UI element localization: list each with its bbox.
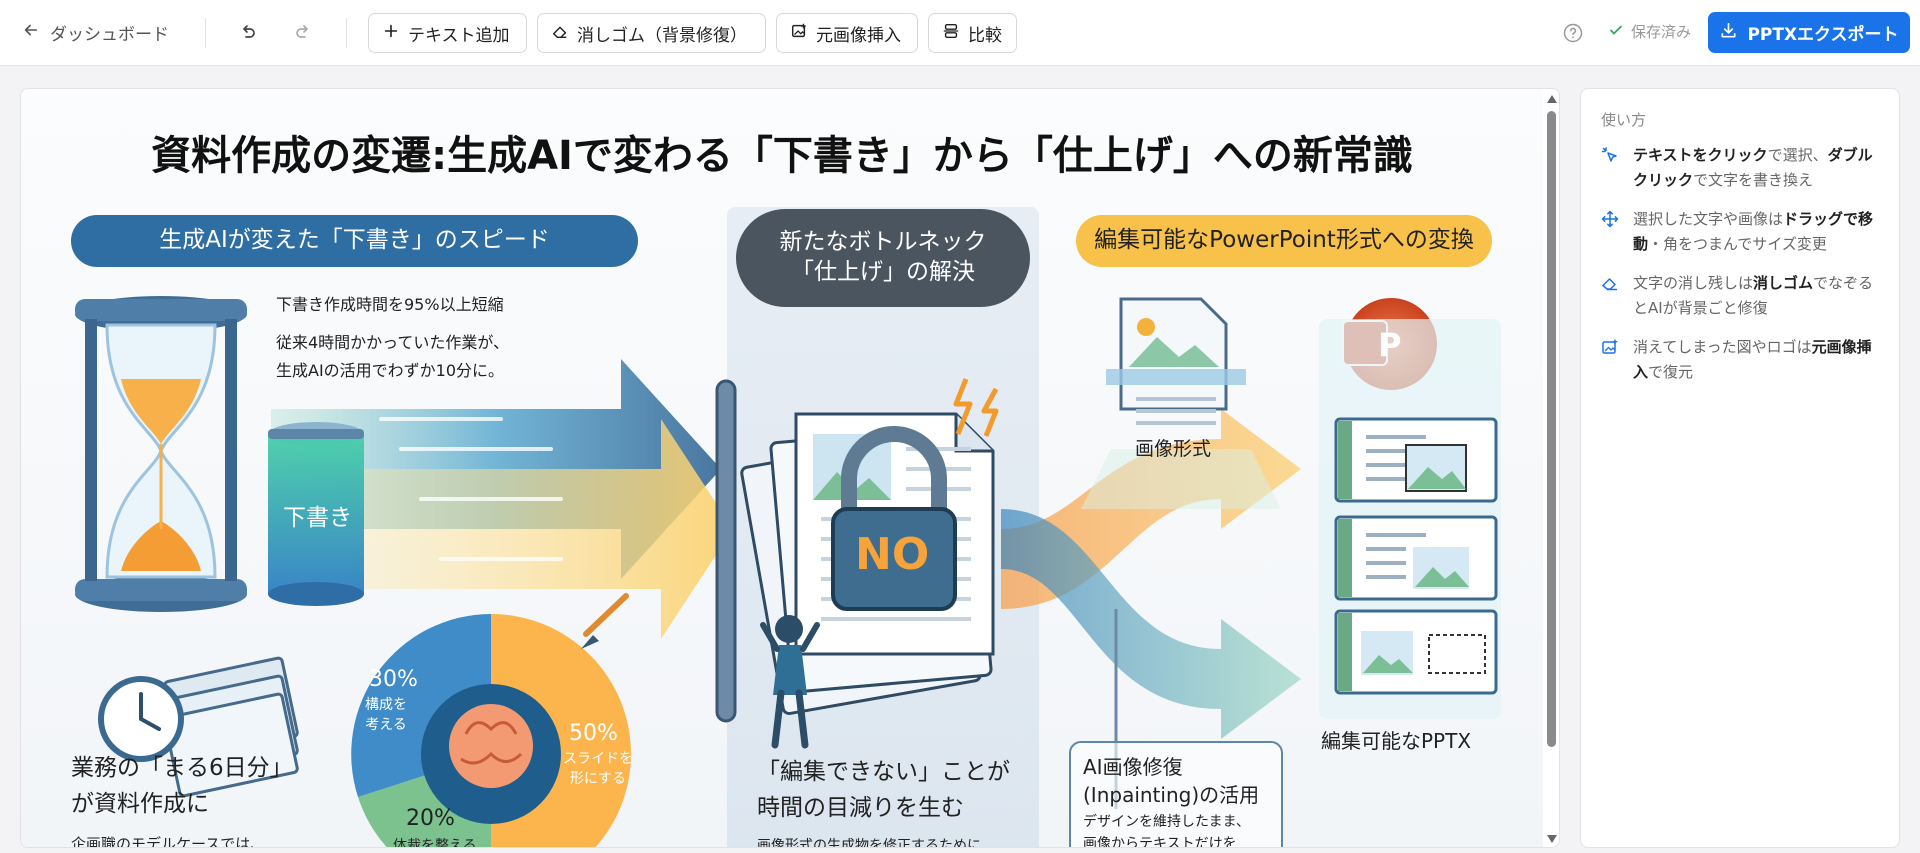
bottleneck-sub[interactable]: 画像形式の生成物を修正するために (757, 835, 981, 847)
help-button[interactable] (1562, 22, 1584, 44)
cursor-click-icon (1601, 143, 1619, 193)
pie-50-label[interactable]: スライドを 形にする (563, 750, 633, 789)
question-circle-icon (1562, 23, 1584, 48)
work-days-sub[interactable]: 企画職のモデルケースでは、 (71, 833, 265, 847)
undo-button[interactable] (233, 19, 263, 47)
image-format-label[interactable]: 画像形式 (1135, 434, 1211, 461)
pptx-export-button[interactable]: PPTXエクスポート (1708, 12, 1910, 53)
inpainting-title-1[interactable]: AI画像修復 (1083, 751, 1183, 780)
right-section-header[interactable]: 編集可能なPowerPoint形式への変換 (1076, 215, 1492, 267)
left-section-header[interactable]: 生成AIが変えた「下書き」のスピード (71, 215, 638, 267)
slide-title[interactable]: 資料作成の変遷:生成AIで変わる「下書き」から「仕上げ」への新常識 (21, 123, 1543, 181)
slide-canvas[interactable]: 資料作成の変遷:生成AIで変わる「下書き」から「仕上げ」への新常識 生成AIが変… (20, 88, 1560, 848)
powerpoint-letter: P (1378, 326, 1402, 364)
pie-30-label[interactable]: 構成を 考える (365, 696, 407, 735)
scroll-down-arrow[interactable] (1547, 835, 1557, 843)
help-panel: 使い方 テキストをクリックで選択、ダブルクリックで文字を書き換え 選択した文字や… (1580, 88, 1900, 848)
scroll-up-arrow[interactable] (1547, 95, 1557, 103)
inpainting-sub-2[interactable]: 画像からテキストだけを (1083, 833, 1237, 847)
check-icon (1608, 22, 1624, 42)
tank-label[interactable]: 下書き (283, 498, 352, 532)
bottleneck-line-2[interactable]: 時間の目減りを生む (757, 791, 964, 827)
back-label: ダッシュボード (50, 25, 169, 45)
undo-icon (238, 21, 258, 45)
add-text-button[interactable]: テキスト追加 (368, 13, 527, 53)
toolbar-divider (205, 18, 206, 48)
saved-label: 保存済み (1631, 23, 1692, 41)
image-plus-icon (1601, 335, 1619, 385)
inpainting-sub-1[interactable]: デザインを維持したまま、 (1083, 811, 1250, 831)
plus-icon (382, 22, 400, 45)
bottleneck-line-1[interactable]: 「編集できない」ことが (757, 755, 1010, 791)
pie-30-percent[interactable]: 30% (369, 667, 418, 692)
speed-line-2[interactable]: 従来4時間かかっていた作業が、 (276, 329, 509, 357)
lock-label: NO (855, 529, 930, 580)
save-status: 保存済み (1608, 21, 1691, 42)
work-days-line-2[interactable]: が資料作成に (71, 787, 209, 823)
scroll-thumb[interactable] (1547, 111, 1556, 747)
eraser-label: 消しゴム（背景修復） (577, 25, 747, 46)
top-toolbar: ダッシュボード テキスト追加 消しゴム（背景修復） 元画像挿入 比較 保存済み … (0, 0, 1920, 66)
work-days-line-1[interactable]: 業務の「まる6日分」 (71, 751, 293, 787)
editable-pptx-label[interactable]: 編集可能なPPTX (1321, 725, 1471, 754)
download-icon (1719, 21, 1738, 45)
insert-original-image-button[interactable]: 元画像挿入 (776, 13, 918, 53)
export-label: PPTXエクスポート (1747, 25, 1899, 45)
compare-button[interactable]: 比較 (928, 13, 1017, 53)
eraser-icon (1601, 271, 1619, 321)
redo-button[interactable] (288, 19, 318, 47)
move-arrows-icon (1601, 207, 1619, 257)
pie-20-percent[interactable]: 20% (406, 806, 455, 831)
inpainting-title-2[interactable]: (Inpainting)の活用 (1083, 779, 1259, 808)
middle-section-header[interactable]: 新たなボトルネック 「仕上げ」の解決 (736, 209, 1030, 307)
speed-line-3[interactable]: 生成AIの活用でわずか10分に。 (276, 357, 504, 385)
redo-icon (293, 21, 313, 45)
slide-illustration (75, 296, 1501, 847)
tip-click-text: テキストをクリックで選択、ダブルクリックで文字を書き換え (1601, 143, 1881, 193)
eraser-icon (551, 22, 569, 45)
canvas-scrollbar[interactable] (1543, 89, 1559, 847)
insert-image-label: 元画像挿入 (816, 25, 901, 46)
toolbar-divider (346, 18, 347, 48)
add-text-label: テキスト追加 (408, 25, 510, 46)
arrow-left-icon (22, 21, 40, 44)
eraser-button[interactable]: 消しゴム（背景修復） (537, 13, 766, 53)
pie-50-percent[interactable]: 50% (569, 721, 618, 746)
tip-eraser: 文字の消し残しは消しゴムでなぞるとAIが背景ごと修復 (1601, 271, 1881, 321)
slide-image[interactable]: 資料作成の変遷:生成AIで変わる「下書き」から「仕上げ」への新常識 生成AIが変… (21, 89, 1543, 847)
tip-drag-move: 選択した文字や画像はドラッグで移動・角をつまんでサイズ変更 (1601, 207, 1881, 257)
speed-line-1[interactable]: 下書き作成時間を95%以上短縮 (276, 291, 504, 319)
help-panel-title: 使い方 (1601, 111, 1647, 129)
compare-icon (942, 22, 960, 45)
tip-insert-image: 消えてしまった図やロゴは元画像挿入で復元 (1601, 335, 1881, 385)
pie-20-label[interactable]: 体裁を整える (393, 835, 477, 847)
compare-label: 比較 (968, 25, 1002, 46)
image-plus-icon (790, 22, 808, 45)
back-to-dashboard-link[interactable]: ダッシュボード (22, 20, 169, 45)
